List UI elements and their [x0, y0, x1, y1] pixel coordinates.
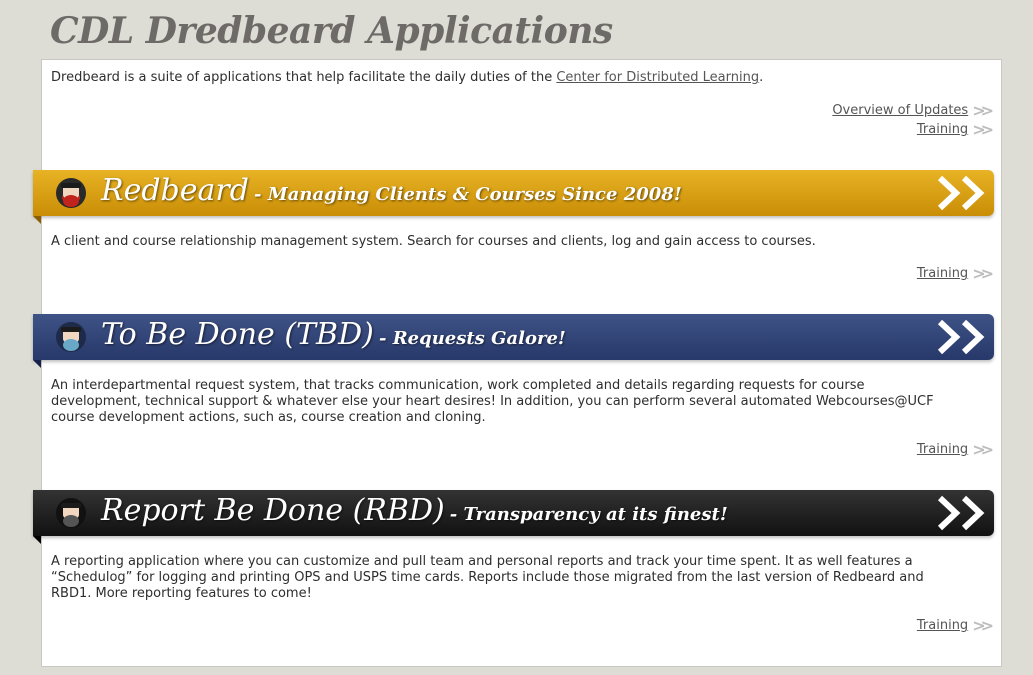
- redbeard-training-link[interactable]: Training: [917, 266, 968, 281]
- ribbon-fold: [33, 360, 41, 368]
- tbd-training-link[interactable]: Training: [917, 442, 968, 457]
- tbd-description: An interdepartmental request system, tha…: [51, 378, 934, 425]
- app-tagline: - Requests Galore!: [378, 328, 566, 349]
- redbeard-avatar-icon: [56, 178, 86, 208]
- redbeard-training-row: Training >>: [917, 263, 994, 283]
- open-rbd-arrow-icon[interactable]: [936, 494, 990, 532]
- page-title: CDL Dredbeard Applications: [50, 10, 613, 52]
- rbd-banner[interactable]: Report Be Done (RBD) - Transparency at i…: [33, 490, 994, 544]
- intro-suffix: .: [759, 70, 764, 85]
- rbd-training-link[interactable]: Training: [917, 618, 968, 633]
- rbd-training-row: Training >>: [917, 615, 994, 635]
- tbd-training-row: Training >>: [917, 439, 994, 459]
- overview-updates-link[interactable]: Overview of Updates: [832, 103, 968, 118]
- suite-training-link[interactable]: Training: [917, 122, 968, 137]
- double-chevron-icon: >>: [972, 439, 994, 459]
- rbd-title: Report Be Done (RBD) - Transparency at i…: [101, 493, 728, 528]
- double-chevron-icon: >>: [972, 119, 994, 139]
- tbd-title: To Be Done (TBD) - Requests Galore!: [101, 317, 566, 352]
- app-name: Report Be Done (RBD): [101, 493, 445, 528]
- app-tagline: - Managing Clients & Courses Since 2008!: [254, 184, 682, 205]
- open-redbeard-arrow-icon[interactable]: [936, 174, 990, 212]
- open-tbd-arrow-icon[interactable]: [936, 318, 990, 356]
- suite-training-row: Training >>: [917, 119, 994, 139]
- redbeard-title: Redbeard - Managing Clients & Courses Si…: [101, 173, 682, 208]
- ribbon-fold: [33, 536, 41, 544]
- app-tagline: - Transparency at its finest!: [449, 504, 728, 525]
- rbd-description: A reporting application where you can cu…: [51, 554, 924, 601]
- rbd-avatar-icon: [56, 498, 86, 528]
- intro-sentence: Dredbeard is a suite of applications tha…: [51, 70, 553, 85]
- app-name: Redbeard: [101, 173, 249, 208]
- overview-updates-row: Overview of Updates >>: [832, 100, 994, 120]
- double-chevron-icon: >>: [972, 100, 994, 120]
- tbd-avatar-icon: [56, 322, 86, 352]
- cdl-link[interactable]: Center for Distributed Learning: [556, 70, 759, 85]
- ribbon-fold: [33, 216, 41, 224]
- redbeard-description: A client and course relationship managem…: [51, 234, 816, 249]
- intro-text: Dredbeard is a suite of applications tha…: [51, 70, 763, 86]
- app-name: To Be Done (TBD): [101, 317, 374, 352]
- tbd-banner[interactable]: To Be Done (TBD) - Requests Galore!: [33, 314, 994, 368]
- double-chevron-icon: >>: [972, 263, 994, 283]
- double-chevron-icon: >>: [972, 615, 994, 635]
- redbeard-banner[interactable]: Redbeard - Managing Clients & Courses Si…: [33, 170, 994, 224]
